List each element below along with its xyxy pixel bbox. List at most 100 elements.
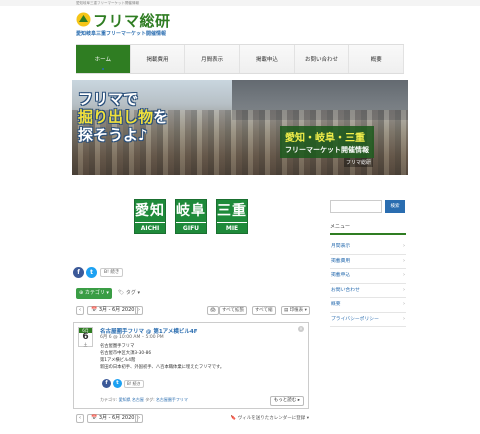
- chevron-right-icon: ›: [403, 257, 405, 264]
- sidebar-item-apply[interactable]: 掲載申込 ›: [330, 269, 406, 284]
- expand-all-button[interactable]: すべて拡張: [219, 306, 248, 315]
- site-logo[interactable]: フリマ総研 愛知岐阜三重フリーマーケット開催情報: [76, 8, 196, 42]
- search-input[interactable]: [330, 200, 382, 213]
- pref-mie-button[interactable]: 三重 MIE: [216, 199, 248, 234]
- close-icon[interactable]: ×: [298, 326, 304, 332]
- print-button[interactable]: 🖨: [207, 306, 219, 315]
- month-range-select[interactable]: 📅 3月 - 6月 2020: [87, 414, 139, 423]
- next-month-button[interactable]: ›: [135, 306, 143, 315]
- event-category-link[interactable]: 愛知県: [119, 397, 131, 402]
- tag-filter-button[interactable]: 🏷 タグ ▾: [118, 288, 140, 299]
- prev-month-button[interactable]: ‹: [76, 306, 84, 315]
- sidebar-item-label: 概要: [331, 302, 341, 307]
- logo-title: フリマ総研: [93, 12, 171, 30]
- next-month-button[interactable]: ›: [135, 414, 143, 423]
- hero-site-name: フリマ総研: [344, 158, 374, 167]
- logo-subtitle: 愛知岐阜三重フリーマーケット開催情報: [76, 31, 167, 37]
- calendar-filters: ⊕ カテゴリ ▾ 🏷 タグ ▾: [73, 287, 309, 299]
- sidebar-item-label: 掲載申込: [331, 273, 351, 278]
- search-button[interactable]: 検索: [385, 200, 405, 213]
- collapse-all-button[interactable]: すべて縮: [252, 306, 276, 315]
- sidebar-item-privacy[interactable]: プライバシーポリシー ›: [330, 313, 406, 327]
- event-date: 6月 6 土: [78, 327, 93, 347]
- nav-label: 掲載申込: [255, 57, 278, 63]
- sidebar-item-label: プライバシーポリシー: [331, 316, 379, 322]
- calendar-header: ‹ 📅 3月 - 6月 2020 › 🖨 すべて拡張 すべて縮 ▤ 印植表 ▾: [73, 306, 310, 317]
- event-category-link[interactable]: 名古屋: [132, 397, 144, 402]
- menu-title: メニュー: [330, 223, 406, 235]
- pref-aichi-button[interactable]: 愛知 AICHI: [134, 199, 166, 234]
- chevron-right-icon: ›: [403, 243, 405, 249]
- main-nav: ホーム 掲載費用 月間表示 掲載申込 お問い合わせ 概要: [76, 44, 405, 74]
- event-line: 名古屋市中区大須3-30-86: [100, 351, 152, 356]
- hero-info: フリーマーケット開催情報: [285, 146, 369, 154]
- subscribe-calendar-button[interactable]: 🔖 ヴィルを送りたカレンダーに登録 ▾: [231, 415, 309, 421]
- event-line: 第1アメ横ビル4階: [100, 358, 136, 363]
- sidebar-item-about[interactable]: 概要 ›: [330, 298, 406, 313]
- facebook-share-button[interactable]: f: [73, 267, 84, 278]
- chevron-right-icon: ›: [403, 301, 405, 307]
- nav-about[interactable]: 概要: [349, 45, 405, 73]
- logo-mark-icon: [76, 12, 91, 27]
- event-weekday: 土: [83, 342, 88, 347]
- sidebar-menu: 月間表示 › 掲載費用 › 掲載申込 › お問い合わせ › 概要 › プライバシーポリシー…: [330, 240, 406, 327]
- event-description: 名古屋圏手フリマ 名古屋市中区大須3-30-86 第1アメ横ビル4階 新田の日本…: [100, 343, 224, 371]
- pref-kanji: 三重: [217, 203, 247, 219]
- category-filter-button[interactable]: ⊕ カテゴリ ▾: [76, 288, 112, 299]
- pref-kanji: 愛知: [135, 203, 165, 219]
- event-twitter-button[interactable]: t: [113, 379, 122, 388]
- view-select[interactable]: ▤ 印植表 ▾: [281, 306, 310, 315]
- nav-label: ホーム: [94, 57, 111, 63]
- calendar-footer: ‹ 📅 3月 - 6月 2020 › 🔖 ヴィルを送りたカレンダーに登録 ▾: [73, 414, 309, 425]
- hero-copy-line2: 掘り出し物を: [78, 108, 168, 126]
- hero-banner: フリマで 掘り出し物を 探そうよ♪ 愛知・岐阜・三重 フリーマーケット開催情報 …: [72, 80, 408, 175]
- nav-label: お問い合わせ: [305, 57, 339, 63]
- sidebar-item-monthly[interactable]: 月間表示 ›: [330, 240, 406, 255]
- facebook-icon: f: [77, 269, 80, 276]
- hatena-bookmark-button[interactable]: B! 続き: [100, 268, 124, 277]
- nav-monthly[interactable]: 月間表示: [185, 45, 241, 73]
- event-hatena-button[interactable]: B! 続き: [124, 380, 144, 388]
- pref-roman: MIE: [217, 222, 247, 234]
- event-facebook-button[interactable]: f: [102, 379, 111, 388]
- sidebar-item-label: 月間表示: [331, 244, 351, 249]
- sidebar-item-contact[interactable]: お問い合わせ ›: [330, 284, 406, 298]
- hero-copy-line3: 探そうよ♪: [78, 126, 148, 144]
- active-dot-icon: [101, 68, 104, 70]
- event-meta: カテゴリ: 愛知県 名古屋 タグ: 名古屋圏手フリマ: [100, 397, 188, 403]
- twitter-share-button[interactable]: t: [86, 267, 97, 278]
- hero-copy-line2-rest: を: [153, 108, 169, 126]
- sidebar-item-fees[interactable]: 掲載費用 ›: [330, 255, 406, 269]
- nav-label: 掲載費用: [146, 57, 169, 63]
- twitter-icon: t: [90, 269, 93, 276]
- nav-apply[interactable]: 掲載申込: [240, 45, 295, 73]
- hero-copy: フリマで 掘り出し物を 探そうよ♪: [78, 90, 168, 144]
- pref-roman: AICHI: [135, 222, 165, 234]
- sidebar-item-label: お問い合わせ: [331, 287, 360, 293]
- event-day: 6: [82, 332, 89, 342]
- search-form: 検索: [330, 200, 406, 214]
- event-tag-label: タグ:: [145, 397, 155, 402]
- read-more-button[interactable]: もっと読む ▸: [269, 396, 304, 406]
- event-tag-link[interactable]: 名古屋圏手フリマ: [156, 397, 188, 402]
- prev-month-button[interactable]: ‹: [76, 414, 84, 423]
- hero-badge: 愛知・岐阜・三重 フリーマーケット開催情報: [280, 126, 374, 158]
- nav-label: 月間表示: [201, 57, 224, 63]
- event-card: 6月 6 土 名古屋圏手フリマ @ 第1アメ横ビル4F 6月 6 @ 10:00…: [73, 322, 309, 409]
- hero-areas: 愛知・岐阜・三重: [285, 133, 365, 144]
- nav-contact[interactable]: お問い合わせ: [295, 45, 350, 73]
- nav-home[interactable]: ホーム: [76, 45, 131, 73]
- hero-copy-highlight: 掘り出し物: [78, 108, 154, 126]
- nav-label: 概要: [370, 57, 382, 63]
- chevron-right-icon: ›: [403, 286, 405, 293]
- event-line: 名古屋圏手フリマ: [100, 344, 135, 349]
- nav-fees[interactable]: 掲載費用: [131, 45, 186, 73]
- hero-copy-line1: フリマで: [78, 90, 139, 108]
- month-range-select[interactable]: 📅 3月 - 6月 2020: [87, 306, 139, 315]
- event-time: 6月 6 @ 10:00 AM – 5:00 PM: [100, 335, 164, 340]
- pref-kanji: 岐阜: [176, 203, 206, 219]
- pref-gifu-button[interactable]: 岐阜 GIFU: [175, 199, 207, 234]
- event-category-label: カテゴリ:: [100, 397, 118, 402]
- chevron-right-icon: ›: [403, 272, 405, 278]
- facebook-icon: f: [105, 380, 108, 386]
